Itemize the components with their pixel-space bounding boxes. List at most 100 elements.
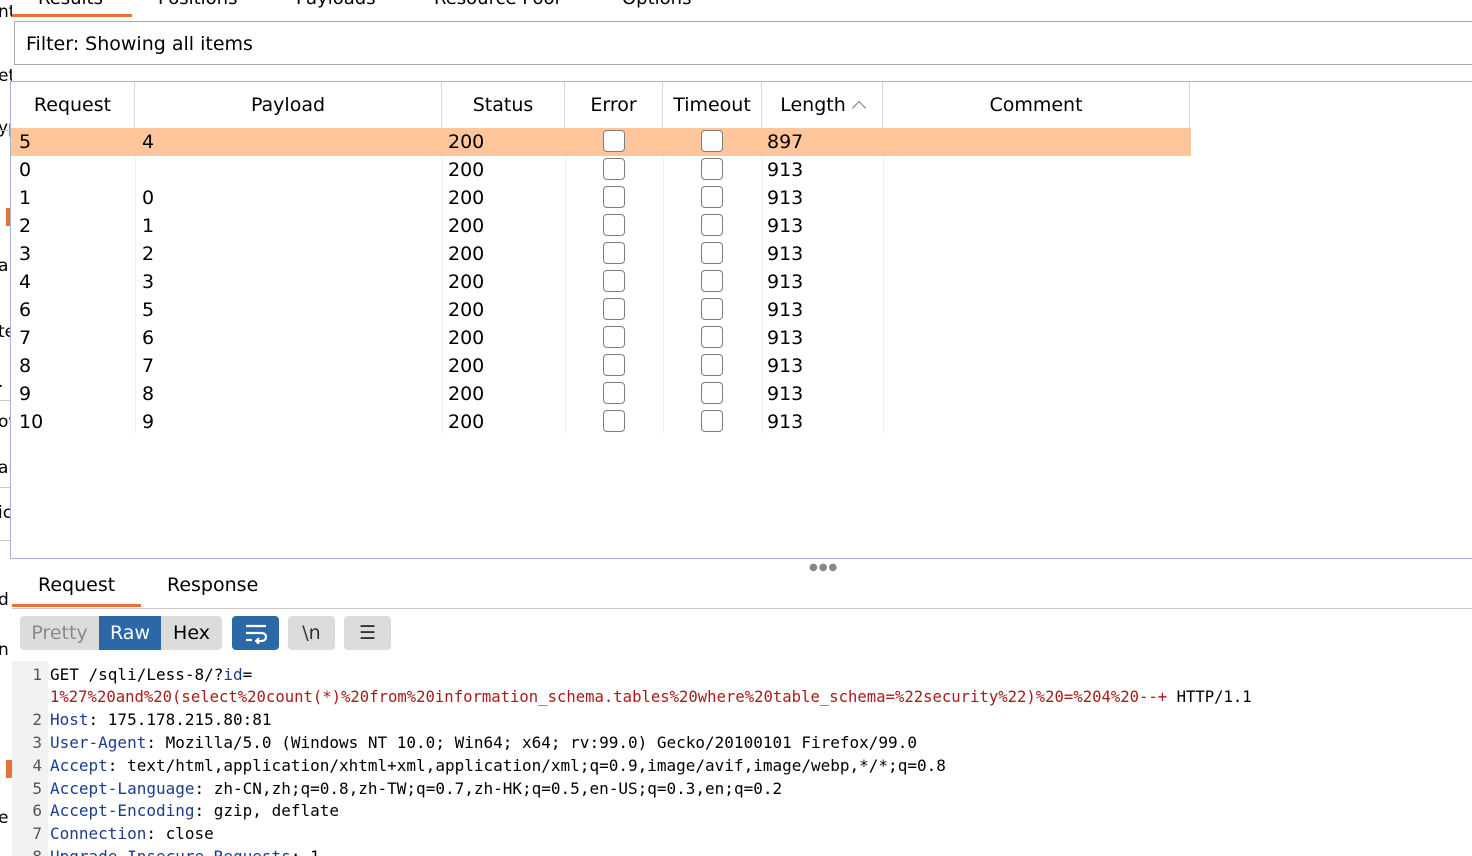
wrap-lines-icon	[245, 624, 267, 645]
table-row[interactable]: 7 6 200 913	[11, 324, 1191, 352]
cell-payload: 1	[142, 215, 155, 237]
request-line-continued: 1%27%20and%20(select%20count(*)%20from%2…	[50, 688, 1252, 706]
raw-button[interactable]: Raw	[99, 616, 161, 650]
table-row[interactable]: 9 8 200 913	[11, 380, 1191, 408]
timeout-checkbox[interactable]	[701, 158, 723, 180]
error-checkbox[interactable]	[603, 242, 625, 264]
timeout-checkbox[interactable]	[701, 214, 723, 236]
cell-status: 200	[448, 159, 485, 181]
error-checkbox[interactable]	[603, 130, 625, 152]
table-row[interactable]: 1 0 200 913	[11, 184, 1191, 212]
timeout-checkbox[interactable]	[701, 382, 723, 404]
column-header-label: Comment	[989, 94, 1083, 116]
cell-length: 913	[767, 355, 804, 377]
timeout-checkbox[interactable]	[701, 298, 723, 320]
cell-request: 6	[19, 299, 32, 321]
cell-status: 200	[448, 383, 485, 405]
column-header-timeout[interactable]: Timeout	[663, 82, 762, 128]
http-version: HTTP/1.1	[1167, 688, 1252, 706]
header-line: Accept-Encoding: gzip, deflate	[50, 801, 339, 820]
header-value: : close	[146, 824, 214, 843]
timeout-checkbox[interactable]	[701, 326, 723, 348]
column-header-error[interactable]: Error	[565, 82, 663, 128]
request-editor[interactable]: 1 2 3 4 5 6 7 8 GET /sqli/Less-8/?id= 1%…	[12, 661, 1472, 856]
header-key: Accept-Language	[50, 779, 195, 798]
tab-request[interactable]: Request	[38, 574, 115, 596]
filter-bar[interactable]: Filter: Showing all items	[14, 21, 1472, 65]
active-tab-indicator	[12, 604, 141, 607]
cell-request: 2	[19, 215, 32, 237]
tab-options[interactable]: Options	[622, 0, 691, 9]
cell-status: 200	[448, 299, 485, 321]
line-number: 6	[32, 801, 42, 820]
error-checkbox[interactable]	[603, 298, 625, 320]
menu-button[interactable]: ☰	[344, 616, 391, 650]
table-row[interactable]: 0 200 913	[11, 156, 1191, 184]
pretty-button[interactable]: Pretty	[20, 616, 99, 650]
cell-length: 913	[767, 215, 804, 237]
error-checkbox[interactable]	[603, 382, 625, 404]
results-table: Request Payload Status Error Timeout Len…	[10, 81, 1472, 559]
timeout-checkbox[interactable]	[701, 242, 723, 264]
table-row[interactable]: 4 3 200 913	[11, 268, 1191, 296]
error-checkbox[interactable]	[603, 410, 625, 432]
column-header-label: Status	[472, 94, 534, 116]
left-fragment: .	[0, 372, 3, 392]
column-header-comment[interactable]: Comment	[883, 82, 1190, 128]
timeout-checkbox[interactable]	[701, 270, 723, 292]
tab-resource-pool[interactable]: Resource Pool	[434, 0, 560, 9]
table-row[interactable]: 10 9 200 913	[11, 408, 1191, 436]
newline-button[interactable]: \n	[288, 616, 335, 650]
tab-results[interactable]: Results	[38, 0, 103, 9]
error-checkbox[interactable]	[603, 354, 625, 376]
header-line: User-Agent: Mozilla/5.0 (Windows NT 10.0…	[50, 733, 917, 752]
header-value: : 1	[291, 847, 320, 856]
error-checkbox[interactable]	[603, 186, 625, 208]
line-number: 4	[32, 756, 42, 775]
tab-positions[interactable]: Positions	[158, 0, 237, 9]
request-line: GET /sqli/Less-8/?id=	[50, 665, 252, 684]
cell-length: 913	[767, 327, 804, 349]
cell-length: 913	[767, 299, 804, 321]
column-header-request[interactable]: Request	[11, 82, 135, 128]
table-header: Request Payload Status Error Timeout Len…	[11, 82, 1191, 128]
header-line: Host: 175.178.215.80:81	[50, 710, 272, 729]
column-header-status[interactable]: Status	[442, 82, 565, 128]
table-row[interactable]: 8 7 200 913	[11, 352, 1191, 380]
column-header-label: Timeout	[673, 94, 751, 116]
cell-request: 5	[19, 131, 32, 153]
tab-response[interactable]: Response	[167, 574, 258, 596]
column-header-payload[interactable]: Payload	[135, 82, 442, 128]
tab-payloads[interactable]: Payloads	[296, 0, 376, 9]
column-header-length[interactable]: Length	[762, 82, 883, 128]
header-value: : zh-CN,zh;q=0.8,zh-TW;q=0.7,zh-HK;q=0.5…	[194, 779, 783, 798]
header-line: Accept: text/html,application/xhtml+xml,…	[50, 756, 946, 775]
left-fragment: e	[0, 808, 9, 828]
header-key: User-Agent	[50, 733, 147, 752]
error-checkbox[interactable]	[603, 214, 625, 236]
wrap-lines-button[interactable]	[232, 616, 279, 650]
line-number: 5	[32, 779, 42, 798]
attack-tabs: Results Positions Payloads Resource Pool…	[12, 0, 1472, 17]
error-checkbox[interactable]	[603, 158, 625, 180]
timeout-checkbox[interactable]	[701, 186, 723, 208]
active-tab-indicator	[12, 14, 132, 17]
timeout-checkbox[interactable]	[701, 130, 723, 152]
error-checkbox[interactable]	[603, 326, 625, 348]
left-fragment: nt	[0, 2, 12, 22]
table-row[interactable]: 2 1 200 913	[11, 212, 1191, 240]
header-key: Connection	[50, 824, 147, 843]
header-line: Upgrade-Insecure-Requests: 1	[50, 847, 320, 856]
header-value: : gzip, deflate	[194, 801, 340, 820]
line-number: 8	[22, 847, 42, 856]
error-checkbox[interactable]	[603, 270, 625, 292]
cell-request: 0	[19, 159, 32, 181]
table-row[interactable]: 3 2 200 913	[11, 240, 1191, 268]
timeout-checkbox[interactable]	[701, 410, 723, 432]
cell-status: 200	[448, 187, 485, 209]
cell-length: 897	[767, 131, 804, 153]
table-row-selected[interactable]: 5 4 200 897	[11, 128, 1191, 156]
timeout-checkbox[interactable]	[701, 354, 723, 376]
table-row[interactable]: 6 5 200 913	[11, 296, 1191, 324]
hex-button[interactable]: Hex	[161, 616, 222, 650]
